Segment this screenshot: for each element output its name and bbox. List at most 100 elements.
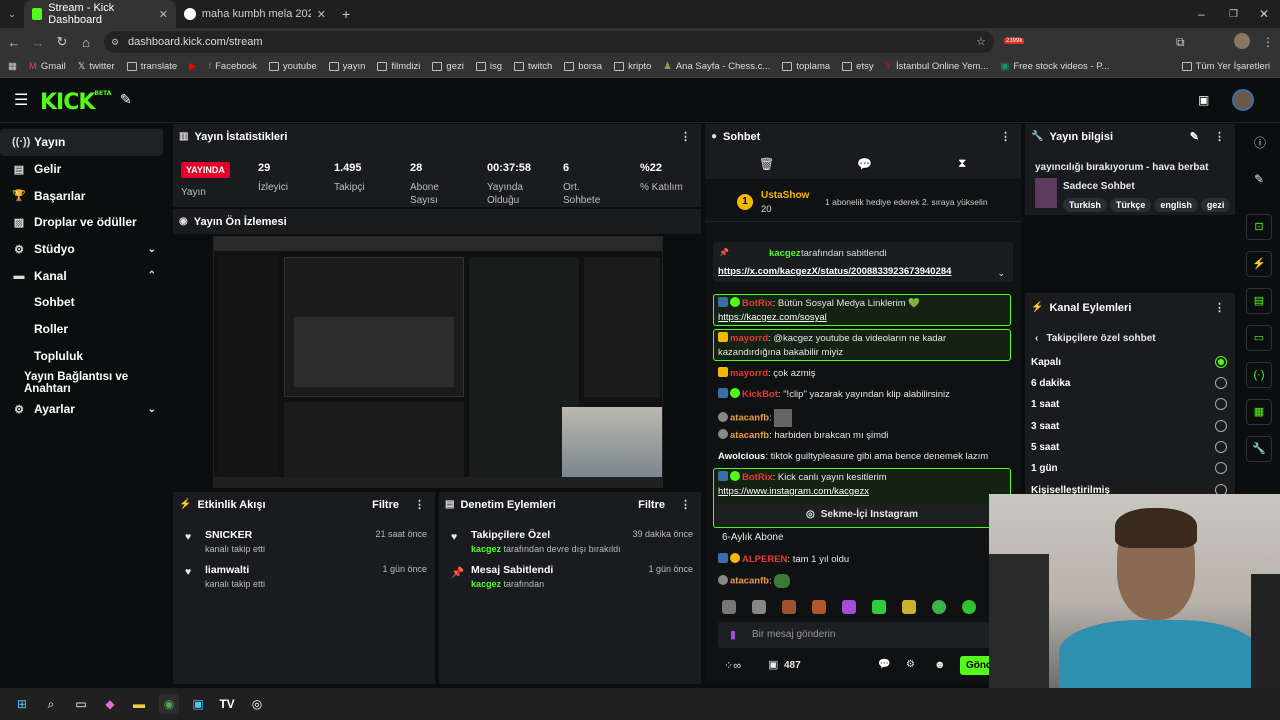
more-options-icon[interactable]: ⋮ bbox=[1000, 130, 1011, 143]
windows-start-icon[interactable]: ⊞ bbox=[12, 694, 32, 714]
site-info-icon[interactable]: ⚙ bbox=[111, 31, 119, 53]
bookmark-gmail[interactable]: M Gmail bbox=[23, 61, 72, 72]
emote-icon[interactable] bbox=[722, 600, 736, 614]
stream-preview-video[interactable] bbox=[213, 236, 663, 488]
dashboard-action-icon[interactable]: ▦ bbox=[1246, 399, 1272, 425]
bookmark-yayin[interactable]: yayın bbox=[323, 61, 372, 72]
trash-icon[interactable]: 🗑 bbox=[759, 157, 774, 171]
screenshot-tool-icon[interactable]: ⊡ bbox=[1246, 214, 1272, 240]
sidebar-item-gelir[interactable]: ▤ Gelir bbox=[0, 156, 168, 183]
new-tab-icon[interactable]: + bbox=[342, 6, 350, 22]
extension-badge[interactable]: 2399k bbox=[1004, 38, 1025, 44]
emote-picker-icon[interactable]: ☻ bbox=[934, 659, 946, 671]
bookmark-kripto[interactable]: kripto bbox=[608, 61, 657, 72]
forward-icon[interactable]: → bbox=[26, 35, 50, 50]
bookmark-youtube[interactable]: youtube bbox=[263, 61, 323, 72]
minimize-icon[interactable]: – bbox=[1198, 7, 1205, 21]
info-icon[interactable]: ⓘ bbox=[1254, 134, 1266, 151]
emote-icon[interactable] bbox=[872, 600, 886, 614]
bookmark-etsy[interactable]: etsy bbox=[836, 61, 879, 72]
chat-settings-gear-icon[interactable]: ⚙ bbox=[906, 659, 915, 670]
more-options-icon[interactable]: ⋮ bbox=[414, 498, 425, 511]
sidebar-item-sohbet[interactable]: Sohbet bbox=[0, 289, 168, 316]
kick-logo[interactable]: KICKBETA bbox=[40, 90, 111, 115]
sidebar-item-topluluk[interactable]: Topluluk bbox=[0, 343, 168, 370]
tab-list-icon[interactable]: ⌄ bbox=[0, 9, 24, 20]
radio-kapali[interactable] bbox=[1215, 356, 1227, 368]
pinned-message[interactable]: 📌 kacgez tarafından sabitlendi https://x… bbox=[713, 242, 1013, 282]
bolt-action-icon[interactable]: ⚡ bbox=[1246, 251, 1272, 277]
pin-tool-icon[interactable]: ✎ bbox=[120, 91, 132, 108]
chat-settings-bubble-icon[interactable]: 💬 bbox=[878, 659, 890, 670]
instagram-button[interactable]: ◎ Sekme-İçi Instagram bbox=[716, 505, 1008, 525]
wrench-action-icon[interactable]: 🔧 bbox=[1246, 436, 1272, 462]
filter-button[interactable]: Filtre bbox=[372, 499, 399, 511]
chat-action-icon[interactable]: ▭ bbox=[1246, 325, 1272, 351]
extensions-icon[interactable]: ⧉ bbox=[1176, 35, 1185, 50]
bookmark-twitter[interactable]: 𝕏twitter bbox=[72, 61, 121, 72]
more-options-icon[interactable]: ⋮ bbox=[680, 130, 691, 143]
all-bookmarks[interactable]: Tüm Yer İşaretleri bbox=[1175, 61, 1276, 72]
app-icon[interactable]: ▣ bbox=[188, 694, 208, 714]
bookmark-chess[interactable]: ♟ Ana Sayfa - Chess.c... bbox=[657, 61, 776, 72]
obs-icon[interactable]: ◎ bbox=[247, 694, 267, 714]
emote-icon[interactable] bbox=[902, 600, 916, 614]
sidebar-item-roller[interactable]: Roller bbox=[0, 316, 168, 343]
close-tab-icon[interactable]: ✕ bbox=[159, 8, 168, 21]
emote-icon[interactable] bbox=[962, 600, 976, 614]
emote-icon[interactable] bbox=[932, 600, 946, 614]
menu-icon[interactable]: ⋮ bbox=[1262, 35, 1274, 49]
sidebar-item-studyo[interactable]: ⚙ Stüdyo ⌄ bbox=[0, 236, 168, 263]
tag[interactable]: Türkçe bbox=[1109, 198, 1152, 212]
more-options-icon[interactable]: ⋮ bbox=[1214, 130, 1225, 143]
document-action-icon[interactable]: ▤ bbox=[1246, 288, 1272, 314]
sidebar-item-yayin-baglantisi[interactable]: Yayın Bağlantısı ve Anahtarı bbox=[0, 369, 168, 396]
bookmark-star-icon[interactable]: ☆ bbox=[976, 31, 986, 53]
more-options-icon[interactable]: ⋮ bbox=[680, 498, 691, 511]
bookmark-translate[interactable]: translate bbox=[121, 61, 183, 72]
filter-button[interactable]: Filtre bbox=[638, 499, 665, 511]
apps-icon[interactable]: ▦ bbox=[0, 61, 23, 72]
search-icon[interactable]: ⌕ bbox=[41, 694, 61, 714]
edit-pencil-icon[interactable]: ✎ bbox=[1190, 130, 1199, 143]
file-explorer-icon[interactable]: ▬ bbox=[129, 694, 149, 714]
tag[interactable]: Turkish bbox=[1063, 198, 1107, 212]
bookmark-stock-videos[interactable]: ▣ Free stock videos - P... bbox=[994, 61, 1115, 72]
bookmark-youtube-icon[interactable]: ▶ bbox=[183, 61, 202, 72]
task-view-icon[interactable]: ▭ bbox=[71, 694, 91, 714]
sidebar-item-kanal[interactable]: ▬ Kanal ⌃ bbox=[0, 262, 168, 289]
bookmark-gezi[interactable]: gezi bbox=[426, 61, 469, 72]
close-tab-icon[interactable]: ✕ bbox=[317, 8, 326, 21]
sidebar-item-droplar[interactable]: ▨ Droplar ve ödüller bbox=[0, 209, 168, 236]
home-icon[interactable]: ⌂ bbox=[74, 35, 98, 50]
sidebar-item-yayin[interactable]: ((·)) Yayın bbox=[0, 129, 163, 156]
tab-google-search[interactable]: maha kumbh mela 2025 - Goo ✕ bbox=[176, 0, 334, 28]
reload-icon[interactable]: ↻ bbox=[50, 34, 74, 50]
bookmark-filmdizi[interactable]: filmdizi bbox=[371, 61, 426, 72]
chrome-icon[interactable]: ◉ bbox=[159, 694, 179, 714]
pinned-link[interactable]: https://x.com/kacgezX/status/20088339236… bbox=[718, 266, 951, 277]
user-avatar[interactable] bbox=[1232, 89, 1254, 111]
hourglass-icon[interactable]: ⧗ bbox=[958, 156, 966, 171]
profile-avatar-icon[interactable] bbox=[1234, 33, 1250, 49]
emote-icon[interactable] bbox=[752, 600, 766, 614]
chat-link[interactable]: https://kacgez.com/sosyal bbox=[718, 311, 827, 325]
emote-icon[interactable] bbox=[782, 600, 796, 614]
followers-only-back[interactable]: ‹ Takipçilere özel sohbet bbox=[1035, 333, 1156, 344]
tag[interactable]: english bbox=[1154, 198, 1198, 212]
bookmark-twitch[interactable]: twitch bbox=[508, 61, 558, 72]
chat-link[interactable]: https://www.instagram.com/kacgezx bbox=[718, 485, 869, 499]
radio-1-gun[interactable] bbox=[1215, 462, 1227, 474]
radio-1-saat[interactable] bbox=[1215, 398, 1227, 410]
bookmark-isg[interactable]: isg bbox=[470, 61, 508, 72]
broadcast-action-icon[interactable]: (·) bbox=[1246, 362, 1272, 388]
sidebar-item-basarilar[interactable]: 🏆 Başarılar bbox=[0, 182, 168, 209]
radio-5-saat[interactable] bbox=[1215, 441, 1227, 453]
tag[interactable]: gezi bbox=[1200, 198, 1231, 212]
emote-icon[interactable] bbox=[812, 600, 826, 614]
chat-bubble-icon[interactable]: 💬 bbox=[857, 157, 872, 171]
bookmark-borsa[interactable]: borsa bbox=[558, 61, 608, 72]
url-field[interactable]: ⚙ dashboard.kick.com/stream ☆ bbox=[104, 31, 994, 53]
close-window-icon[interactable]: ✕ bbox=[1259, 7, 1269, 21]
chat-input[interactable]: ▮ Bir mesaj gönderin bbox=[718, 622, 990, 648]
